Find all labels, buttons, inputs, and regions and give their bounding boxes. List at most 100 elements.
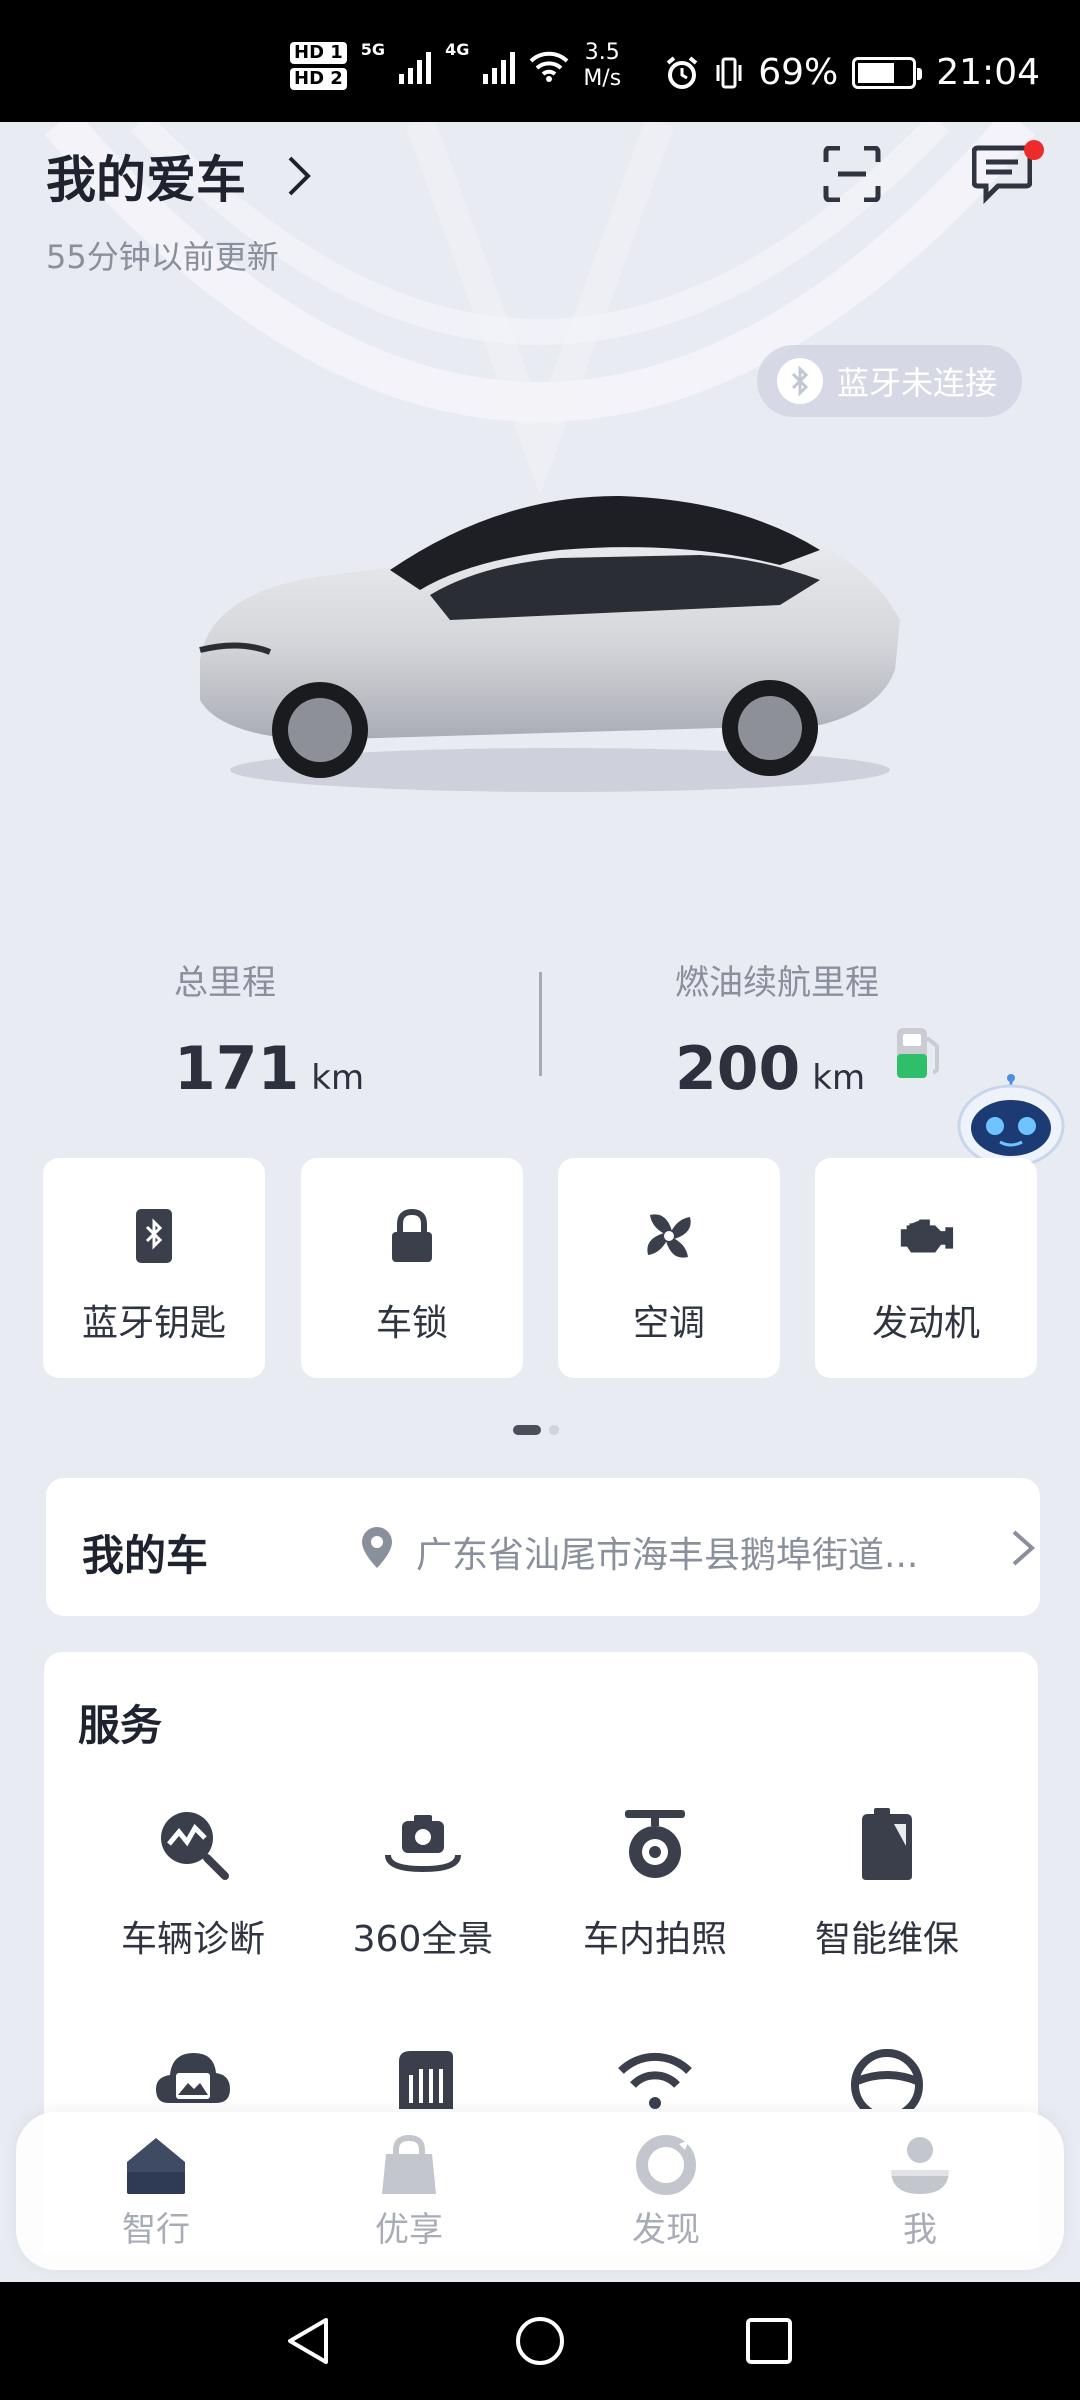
profile-icon [891, 2137, 949, 2194]
network-speed: 3.5 M/s [583, 40, 621, 92]
wifi-status-icon [529, 51, 569, 82]
service-label: 360全景 [352, 1919, 494, 1960]
message-icon[interactable] [972, 140, 1032, 204]
speed-value: 3.5 [584, 40, 620, 65]
quick-action-label: 车锁 [375, 1303, 448, 1344]
service-steering[interactable] [772, 2038, 1002, 2118]
lock-icon [382, 1206, 442, 1266]
battery-icon [852, 56, 923, 89]
maintenance-icon [847, 1804, 927, 1884]
signal-icon [399, 48, 432, 84]
total-mileage-value: 171 km [174, 1034, 364, 1104]
service-label: 车内拍照 [582, 1919, 727, 1960]
car-location-card[interactable]: 我的车 广东省汕尾市海丰县鹅埠街道... [46, 1478, 1040, 1616]
nav-tab-discover[interactable]: 发现 [596, 2134, 736, 2251]
chevron-right-icon [1012, 1530, 1036, 1566]
battery-level-fill [858, 62, 895, 83]
message-badge [1024, 140, 1044, 160]
scan-icon[interactable] [822, 146, 882, 202]
service-in-car-photo[interactable]: 车内拍照 [540, 1804, 770, 1962]
fuel-range: 燃油续航里程 200 km [675, 955, 879, 1104]
in-car-camera-icon [615, 1804, 695, 1884]
bluetooth-status-pill[interactable]: 蓝牙未连接 [757, 345, 1022, 417]
bluetooth-icon [777, 358, 823, 404]
total-mileage: 总里程 171 km [174, 955, 364, 1104]
fuel-range-value: 200 km [675, 1034, 879, 1104]
speed-unit: M/s [583, 66, 622, 91]
signal-icon-2 [483, 48, 516, 84]
total-mileage-unit: km [311, 1058, 365, 1098]
system-nav-bar [0, 2282, 1080, 2400]
nav-tab-me[interactable]: 我 [850, 2134, 990, 2251]
cloud-photo-icon [153, 2038, 233, 2118]
home-icon [127, 2138, 185, 2194]
services-title: 服务 [78, 1701, 163, 1750]
nav-label: 发现 [632, 2210, 700, 2250]
car-image [199, 495, 900, 792]
service-wifi[interactable] [540, 2038, 770, 2118]
service-label: 车辆诊断 [120, 1919, 265, 1960]
hd-indicators: HD 1 HD 2 [290, 42, 347, 90]
nav-tab-benefits[interactable]: 优享 [339, 2134, 479, 2251]
service-maintenance[interactable]: 智能维保 [772, 1804, 1002, 1962]
back-icon[interactable] [282, 2314, 336, 2368]
nav-label: 智行 [122, 2210, 190, 2250]
page-dot [549, 1425, 559, 1435]
service-diagnosis[interactable]: 车辆诊断 [78, 1804, 308, 1962]
page-indicator [513, 1425, 559, 1435]
bluetooth-status-text: 蓝牙未连接 [837, 364, 998, 402]
quick-action-lock[interactable]: 车锁 [301, 1158, 523, 1378]
quick-action-label: 空调 [632, 1303, 705, 1344]
vibrate-icon [716, 57, 742, 88]
hd2-badge: HD 2 [290, 68, 347, 90]
battery-percent: 69% [758, 52, 839, 93]
fuel-range-number: 200 [675, 1034, 801, 1104]
recents-icon[interactable] [742, 2314, 796, 2368]
alarm-icon [666, 55, 698, 89]
page-title: 我的爱车 [46, 151, 246, 209]
service-dashcam[interactable] [308, 2038, 538, 2118]
quick-action-bluetooth-key[interactable]: 蓝牙钥匙 [43, 1158, 265, 1378]
quick-action-engine[interactable]: 发动机 [815, 1158, 1037, 1378]
status-right: 69% 21:04 [664, 52, 1040, 93]
location-card-title: 我的车 [82, 1531, 209, 1580]
hd1-badge: HD 1 [290, 42, 347, 64]
shopping-bag-icon [382, 2134, 436, 2194]
my-car-title[interactable]: 我的爱车 [46, 140, 314, 212]
dashcam-icon [383, 2038, 463, 2118]
fuel-range-unit: km [812, 1058, 866, 1098]
wifi-icon [615, 2038, 695, 2118]
total-mileage-label: 总里程 [174, 963, 276, 1003]
nav-label: 优享 [375, 2210, 443, 2250]
home-button-icon[interactable] [513, 2314, 567, 2368]
last-updated: 55分钟以前更新 [46, 238, 279, 276]
total-mileage-number: 171 [174, 1034, 300, 1104]
service-label: 智能维保 [814, 1919, 959, 1960]
nav-label: 我 [903, 2210, 937, 2250]
location-pin-icon [362, 1527, 392, 1568]
quick-action-label: 蓝牙钥匙 [81, 1303, 226, 1344]
fan-icon [639, 1206, 699, 1266]
diagnosis-icon [153, 1804, 233, 1884]
bluetooth-key-icon [124, 1206, 184, 1266]
network-5g-label: 5G [360, 40, 386, 59]
nav-tab-smart-drive[interactable]: 智行 [86, 2134, 226, 2251]
stats-divider [539, 972, 542, 1076]
bottom-nav: 智行 优享 发现 我 [16, 2112, 1064, 2270]
clock: 21:04 [936, 52, 1040, 93]
network-4g-label: 4G [445, 40, 470, 59]
engine-icon [896, 1206, 956, 1266]
quick-action-ac[interactable]: 空调 [558, 1158, 780, 1378]
quick-action-label: 发动机 [871, 1303, 980, 1344]
steering-wheel-icon [847, 2038, 927, 2118]
panorama-camera-icon [383, 1804, 463, 1884]
fuel-pump-icon [897, 1028, 939, 1078]
status-bar: HD 1 HD 2 5G 4G 3.5 M/s 69% 21:04 [0, 0, 1080, 122]
status-left: HD 1 HD 2 5G 4G 3.5 M/s [290, 40, 621, 92]
service-cloud-photo[interactable] [78, 2038, 308, 2118]
location-address: 广东省汕尾市海丰县鹅埠街道... [416, 1535, 919, 1576]
page-dot-active [513, 1425, 541, 1435]
discover-icon [636, 2135, 696, 2195]
service-360-panorama[interactable]: 360全景 [308, 1804, 538, 1962]
fuel-range-label: 燃油续航里程 [675, 963, 879, 1003]
